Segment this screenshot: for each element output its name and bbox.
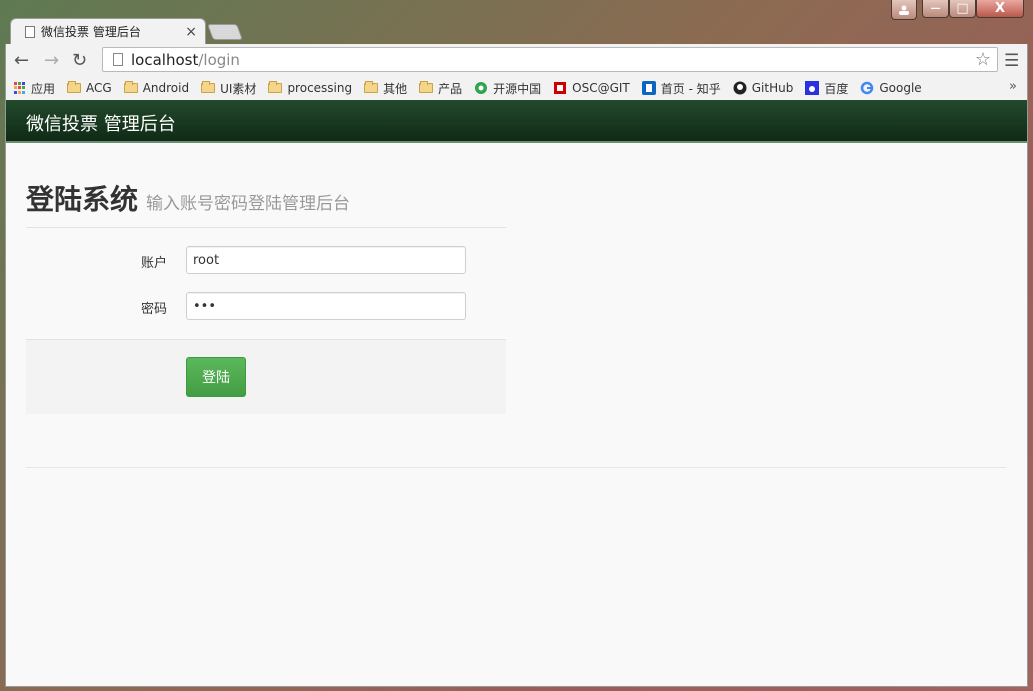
page-title: 登陆系统 [26,183,139,216]
bookmark-3[interactable]: UI素材 [201,80,256,97]
account-input[interactable] [186,246,466,274]
folder-icon [419,81,434,93]
account-label: 账户 [141,256,168,271]
bookmark-8[interactable]: OSC@GIT [553,81,630,95]
bookmark-4[interactable]: processing [268,81,352,95]
bookmark-label: UI素材 [220,81,257,96]
minimize-button[interactable]: — [922,0,949,18]
oschina-icon [474,81,488,95]
bookmark-star-icon[interactable]: ☆ [975,49,991,70]
tab-title: 微信投票 管理后台 [41,25,141,39]
address-bar[interactable]: localhost/login ☆ [102,47,998,72]
browser-window: — □ X 微信投票 管理后台 × ← → ↻ localhost/login … [0,0,1033,691]
bookmark-label: processing [287,81,353,95]
bookmark-label: 应用 [31,81,56,96]
baidu-icon [805,81,820,95]
maximize-button[interactable]: □ [949,0,976,18]
bookmark-12[interactable]: Google [860,81,922,95]
page-content: 微信投票 管理后台 登陆系统 输入账号密码登陆管理后台 账户 密码 登陆 [5,100,1028,687]
close-window-button[interactable]: X [976,0,1024,18]
password-label: 密码 [141,302,168,317]
apps-icon [14,82,26,94]
bookmark-0[interactable]: 应用 [14,80,55,97]
bookmark-label: Android [142,81,190,95]
oscgit-icon [553,81,567,95]
folder-icon [123,81,138,93]
tab-active[interactable]: 微信投票 管理后台 × [10,18,206,44]
profile-button[interactable] [891,0,917,20]
tab-close-icon[interactable]: × [185,24,197,40]
maximize-icon: □ [956,1,969,16]
bookmark-9[interactable]: 首页 - 知乎 [641,80,721,97]
login-button[interactable]: 登陆 [186,357,246,397]
navbar: 微信投票 管理后台 [6,100,1027,143]
footer-divider [26,467,1006,468]
bookmarks-more-icon[interactable]: » [1009,79,1017,94]
password-input[interactable] [186,292,466,320]
user-icon [899,5,909,15]
github-icon [733,81,747,95]
url-path: /login [198,50,240,69]
url-host: localhost [131,50,199,69]
bookmark-label: 产品 [438,81,463,96]
bookmark-10[interactable]: GitHub [733,81,794,95]
url-text: localhost/login [131,51,975,69]
bookmark-label: ACG [86,81,112,95]
bookmark-label: Google [879,81,922,95]
bookmark-2[interactable]: Android [123,81,190,95]
forward-icon[interactable]: → [44,50,59,71]
bookmark-label: 其他 [383,81,408,96]
page-header: 登陆系统 输入账号密码登陆管理后台 [26,178,350,218]
back-icon[interactable]: ← [14,50,29,71]
close-icon: X [994,1,1006,16]
bookmarks-bar: 应用 ACG Android UI素材 processing 其他 产品 开源中国 OSC@GI… [5,76,1028,100]
brand-link[interactable]: 微信投票 管理后台 [26,110,176,136]
bookmark-6[interactable]: 产品 [419,80,462,97]
bookmark-5[interactable]: 其他 [364,80,407,97]
window-controls: — □ X [922,0,1024,20]
menu-icon[interactable]: ☰ [1004,51,1019,71]
page-icon [25,25,35,38]
page-icon [113,53,123,66]
folder-icon [268,81,283,93]
bookmark-7[interactable]: 开源中国 [474,80,541,97]
header-divider [26,227,506,228]
folder-icon [201,81,216,93]
bookmark-label: 首页 - 知乎 [660,81,721,96]
reload-icon[interactable]: ↻ [72,50,87,71]
bookmark-label: OSC@GIT [572,81,630,95]
page-subtitle: 输入账号密码登陆管理后台 [146,194,351,214]
bookmark-1[interactable]: ACG [67,81,112,95]
bookmark-label: 百度 [824,81,849,96]
google-icon [860,81,874,95]
bookmark-11[interactable]: 百度 [805,80,848,97]
new-tab-button[interactable] [207,24,243,40]
form-actions: 登陆 [26,339,506,414]
folder-icon [67,81,82,93]
browser-toolbar: ← → ↻ localhost/login ☆ ☰ [5,44,1028,76]
minimize-icon: — [930,3,941,14]
folder-icon [364,81,379,93]
bookmark-label: GitHub [751,81,794,95]
zhihu-icon [641,81,656,95]
bookmark-label: 开源中国 [493,81,542,96]
